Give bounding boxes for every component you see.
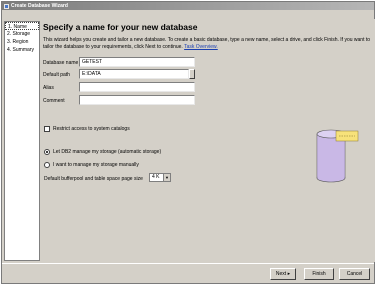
database-name-field[interactable]: GETEST [79,57,195,67]
wizard-window: Create Database Wizard 1. Name 2. Storag… [1,1,375,284]
automatic-storage-label: Let DB2 manage my storage (automatic sto… [53,149,162,155]
automatic-storage-radio[interactable] [44,149,50,155]
database-name-label: Database name [43,60,79,66]
manual-storage-radio[interactable] [44,162,50,168]
next-button[interactable]: Next ▸ [270,268,296,280]
manual-storage-label: I want to manage my storage manually [53,162,139,168]
nav-item-summary[interactable]: 4. Summary [5,46,39,54]
main-panel: Specify a name for your new database Thi… [42,19,375,262]
browse-path-button[interactable] [189,69,195,79]
window-title: Create Database Wizard [11,3,68,9]
restrict-access-checkbox[interactable] [44,126,50,132]
wizard-nav: 1. Name 2. Storage 3. Region 4. Summary [4,21,40,261]
alias-field[interactable] [79,82,195,92]
page-size-label: Default bufferpool and table space page … [44,176,143,182]
page-size-select[interactable]: 4 K ▼ [149,173,171,182]
footer-divider [2,263,374,264]
nav-item-region[interactable]: 3. Region [5,38,39,46]
comment-field[interactable] [79,95,195,105]
app-icon [4,3,9,9]
database-cylinder-icon [316,129,359,183]
page-size-value: 4 K [152,174,160,180]
intro-text: This wizard helps you create and tailor … [43,37,371,50]
restrict-access-label: Restrict access to system catalogs [53,126,130,132]
comment-label: Comment [43,98,65,104]
alias-label: Alias [43,85,54,91]
next-button-label: Next [275,271,287,277]
title-bar: Create Database Wizard [2,2,374,10]
nav-item-name[interactable]: 1. Name [5,22,39,30]
nav-item-storage[interactable]: 2. Storage [5,30,39,38]
default-path-label: Default path [43,72,70,78]
finish-button[interactable]: Finish [304,268,334,280]
page-title: Specify a name for your new database [43,22,198,32]
cancel-button[interactable]: Cancel [339,268,370,280]
chevron-right-icon: ▸ [287,271,291,277]
task-overview-link[interactable]: Task Overview. [184,44,218,50]
chevron-down-icon: ▼ [163,174,170,181]
default-path-field[interactable]: E:\DATA [79,69,189,79]
